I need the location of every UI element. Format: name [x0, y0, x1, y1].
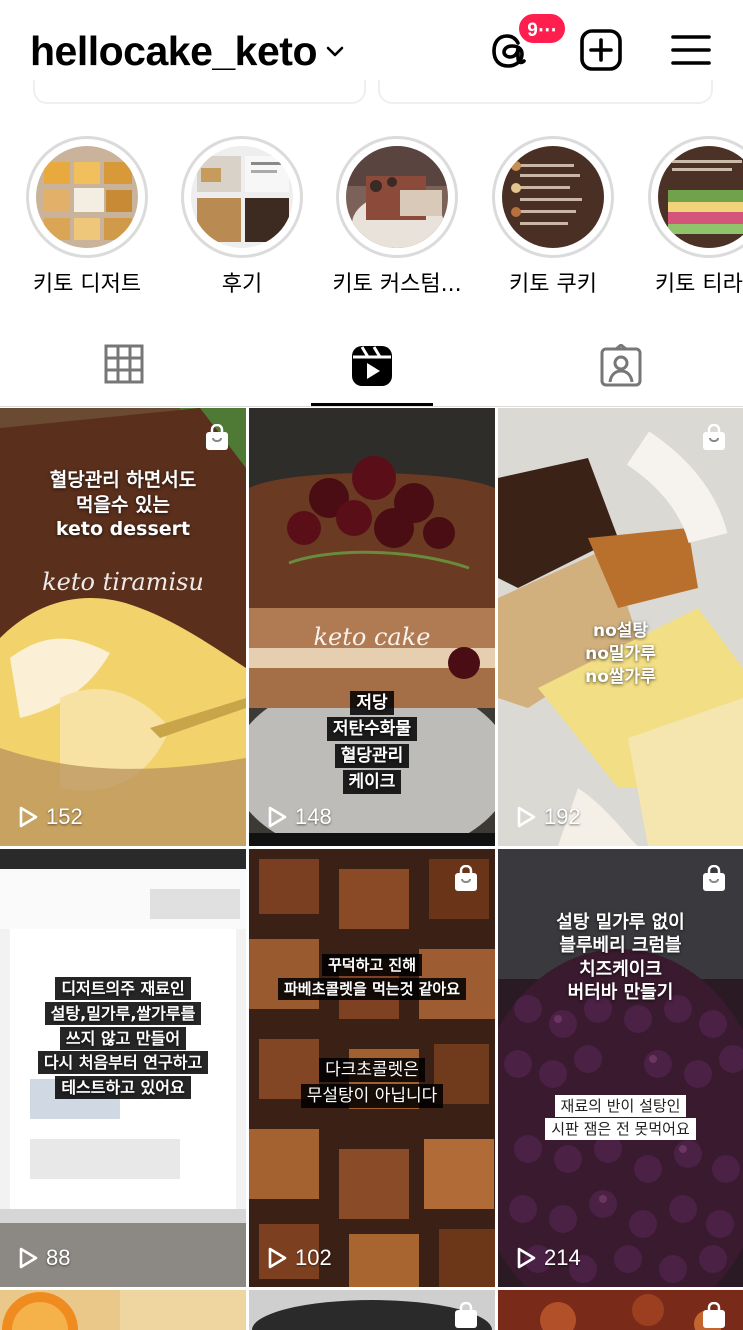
highlight-ring: [648, 136, 743, 258]
reels-icon: [352, 346, 392, 386]
account-switcher[interactable]: hellocake_keto: [30, 28, 345, 75]
view-count: 214: [516, 1245, 581, 1271]
highlight-cover: [502, 146, 604, 248]
play-icon: [517, 806, 536, 828]
shopping-bag-icon: [453, 864, 479, 898]
highlight-label: 키토 커스텀...: [332, 272, 462, 297]
reel-caption-secondary-text: 다크초콜렛은 무설탕이 아닙니다: [300, 1058, 444, 1109]
highlight-ring: [492, 136, 614, 258]
reel-tile[interactable]: keto cake 저당 저탄수화물 혈당관리 케이크 148: [249, 408, 495, 846]
grid-icon: [104, 344, 144, 384]
play-icon: [19, 806, 38, 828]
grid-tab[interactable]: [104, 344, 144, 389]
reel-caption-text: 디저트의주 재료인 설탕,밀가루,쌀가루를 쓰지 않고 만들어 다시 처음부터 …: [37, 977, 209, 1100]
reel-tile[interactable]: 꾸덕하고 진해 파베초콜렛을 먹는것 같아요 다크초콜렛은 무설탕이 아닙니다 …: [249, 849, 495, 1287]
reel-tile[interactable]: 설탕 밀가루 없이 블루베리 크럼블 치즈케이크 버터바 만들기 재료의 반이 …: [498, 849, 743, 1287]
reel-caption: 혈당관리 하면서도 먹을수 있는 keto dessert: [49, 469, 197, 541]
highlight-cover: [36, 146, 138, 248]
reel-tile[interactable]: 혈당관리 하면서도 먹을수 있는 keto dessert keto tiram…: [0, 408, 246, 846]
highlight-ring: [181, 136, 303, 258]
play-icon: [268, 806, 287, 828]
view-count: 88: [18, 1245, 70, 1271]
shopping-bag-icon: [204, 423, 230, 457]
highlight-item[interactable]: 키토 티라미: [648, 136, 743, 297]
chevron-down-icon: [325, 45, 345, 64]
view-count-value: 148: [295, 804, 332, 829]
reel-tile[interactable]: no설탕 no밀가루 no쌀가루 192: [498, 408, 743, 846]
reel-tile[interactable]: [498, 1290, 743, 1330]
highlight-label: 키토 디저트: [32, 272, 142, 297]
reel-caption: 저당 저탄수화물 혈당관리 케이크: [249, 690, 495, 795]
view-count-value: 88: [46, 1245, 71, 1270]
play-icon: [517, 1247, 536, 1269]
view-count-value: 214: [544, 1245, 581, 1270]
highlight-ring: [26, 136, 148, 258]
highlight-label: 후기: [221, 272, 263, 297]
reel-caption: 설탕 밀가루 없이 블루베리 크럼블 치즈케이크 버터바 만들기: [556, 912, 685, 1004]
play-icon: [19, 1247, 38, 1269]
profile-header: hellocake_keto 9⋯: [0, 0, 743, 104]
highlight-label: 키토 쿠키: [509, 272, 597, 297]
share-profile-button[interactable]: [378, 80, 713, 104]
reel-caption-text: 저당 저탄수화물 혈당관리 케이크: [326, 691, 418, 795]
reel-thumbnail: [0, 1290, 246, 1330]
tab-divider: [0, 406, 743, 407]
reel-caption-secondary: 다크초콜렛은 무설탕이 아닙니다: [249, 1057, 495, 1110]
shopping-bag-icon: [453, 1301, 479, 1330]
shopping-bag-icon: [701, 864, 727, 898]
tagged-tab[interactable]: [599, 343, 643, 393]
reel-caption-secondary-text: 재료의 반이 설탕인 시판 잼은 전 못먹어요: [545, 1095, 696, 1141]
view-count-value: 152: [46, 804, 83, 829]
reel-overlay-text: keto tiramisu: [42, 568, 204, 596]
view-count: 148: [267, 804, 332, 830]
highlight-item[interactable]: 키토 커스텀...: [332, 136, 462, 297]
highlight-cover: [346, 146, 448, 248]
reel-tile[interactable]: [0, 1290, 246, 1330]
notification-badge[interactable]: 9⋯: [517, 12, 567, 45]
view-count: 102: [267, 1245, 332, 1271]
reel-caption-secondary: 재료의 반이 설탕인 시판 잼은 전 못먹어요: [498, 1095, 743, 1142]
reel-overlay-text: keto cake: [313, 623, 431, 651]
shopping-bag-icon: [701, 1301, 727, 1330]
profile-tabs: [0, 330, 743, 408]
username: hellocake_keto: [30, 28, 318, 74]
menu-icon[interactable]: [670, 28, 712, 77]
reel-caption-text: 꾸덕하고 진해 파베초콜렛을 먹는것 같아요: [277, 954, 467, 1000]
view-count-value: 102: [295, 1245, 332, 1270]
reel-tile[interactable]: 디저트의주 재료인 설탕,밀가루,쌀가루를 쓰지 않고 만들어 다시 처음부터 …: [0, 849, 246, 1287]
shopping-bag-icon: [701, 423, 727, 457]
highlight-item[interactable]: 키토 디저트: [26, 136, 152, 297]
highlight-cover: [658, 146, 743, 248]
highlight-ring: [336, 136, 458, 258]
create-post-icon[interactable]: [579, 28, 623, 77]
highlight-cover: [191, 146, 293, 248]
view-count-value: 192: [544, 804, 581, 829]
reels-tab[interactable]: [350, 344, 394, 393]
story-highlights: 키토 디저트 후기 키토 커스텀... 키토 쿠키 키토 티라: [0, 136, 743, 306]
reel-caption: 꾸덕하고 진해 파베초콜렛을 먹는것 같아요: [249, 953, 495, 1001]
highlight-item[interactable]: 키토 쿠키: [492, 136, 618, 297]
highlight-item[interactable]: 후기: [181, 136, 307, 297]
view-count: 192: [516, 804, 581, 830]
tagged-icon: [600, 343, 642, 387]
play-icon: [268, 1247, 287, 1269]
reel-tile[interactable]: [249, 1290, 495, 1330]
reel-caption: no설탕 no밀가루 no쌀가루: [585, 621, 656, 687]
view-count: 152: [18, 804, 83, 830]
edit-profile-button[interactable]: [33, 80, 366, 104]
highlight-label: 키토 티라미: [654, 272, 743, 297]
reel-caption: 디저트의주 재료인 설탕,밀가루,쌀가루를 쓰지 않고 만들어 다시 처음부터 …: [0, 977, 246, 1101]
